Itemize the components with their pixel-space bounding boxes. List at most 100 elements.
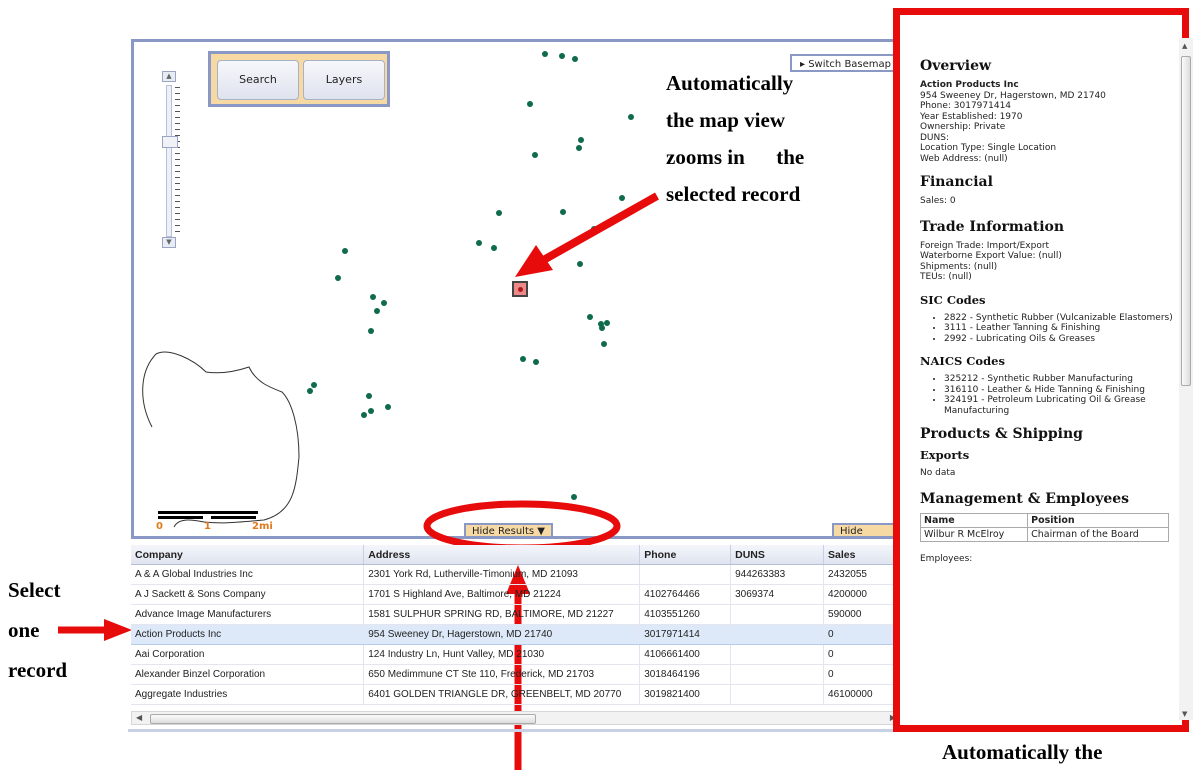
details-panel: Overview Action Products Inc 954 Sweeney…	[920, 55, 1175, 720]
cell-address: 6401 GOLDEN TRIANGLE DR, GREENBELT, MD 2…	[363, 684, 641, 705]
naics-item: 324191 - Petroleum Lubricating Oil & Gre…	[944, 395, 1175, 416]
cell-sales: 0	[823, 624, 901, 645]
management-name: Wilbur R McElroy	[920, 526, 1029, 542]
cell-phone: 4103551260	[639, 604, 732, 625]
naics-heading: NAICS Codes	[920, 354, 1005, 368]
details-scroll-thumb[interactable]	[1181, 56, 1191, 386]
cell-phone: 4102764466	[639, 584, 732, 605]
cell-company: A & A Global Industries Inc	[131, 564, 365, 585]
cell-company: Aai Corporation	[131, 644, 365, 665]
table-header-row: Company Address Phone DUNS Sales	[131, 545, 901, 565]
cell-company: Action Products Inc	[131, 624, 365, 645]
select-annotation: Select one record	[8, 570, 67, 690]
sic-item: 2822 - Synthetic Rubber (Vulcanizable El…	[944, 313, 1175, 324]
cell-company: A J Sackett & Sons Company	[131, 584, 365, 605]
cell-company: Aggregate Industries	[131, 684, 365, 705]
cell-phone: 3018464196	[639, 664, 732, 685]
results-grid[interactable]: Company Address Phone DUNS Sales A & A G…	[131, 545, 906, 712]
management-col-position: Position	[1027, 512, 1169, 528]
table-row[interactable]: Alexander Binzel Corporation 650 Medimmu…	[131, 664, 901, 685]
select-annotation-line: record	[8, 658, 68, 682]
cell-sales: 46100000	[823, 684, 901, 705]
employees-label: Employees:	[920, 553, 973, 564]
column-header-duns[interactable]: DUNS	[730, 545, 825, 565]
results-footer-bar	[128, 729, 903, 732]
horizontal-scroll-thumb[interactable]	[150, 714, 536, 724]
scroll-down-icon[interactable]: ▼	[1182, 710, 1187, 718]
overview-line: Year Established: 1970	[920, 111, 1023, 122]
zoom-annotation: Automatically the map view zooms in the …	[666, 65, 804, 213]
cell-duns: 3069374	[730, 584, 825, 605]
zoom-annotation-line: zooms in the	[666, 145, 805, 169]
management-heading: Management & Employees	[920, 490, 1130, 507]
table-row[interactable]: A & A Global Industries Inc 2301 York Rd…	[131, 564, 901, 585]
cell-phone	[639, 564, 732, 585]
trade-line: Waterborne Export Value: (null)	[920, 251, 1062, 261]
management-row: Wilbur R McElroy Chairman of the Board	[920, 526, 1169, 542]
overview-line: 954 Sweeney Dr, Hagerstown, MD 21740	[920, 90, 1106, 101]
horizontal-scrollbar[interactable]: ◀ ▶	[131, 711, 901, 725]
column-header-address[interactable]: Address	[363, 545, 641, 565]
cell-duns	[730, 624, 825, 645]
exports-heading: Exports	[920, 448, 970, 462]
zoom-annotation-line: Automatically	[666, 71, 794, 95]
cell-phone: 3019821400	[639, 684, 732, 705]
cell-company: Advance Image Manufacturers	[131, 604, 365, 625]
financial-heading: Financial	[920, 174, 993, 190]
overview-line: Web Address: (null)	[920, 153, 1008, 164]
cell-duns	[730, 664, 825, 685]
sic-list: 2822 - Synthetic Rubber (Vulcanizable El…	[920, 313, 1175, 345]
table-row[interactable]: A J Sackett & Sons Company 1701 S Highla…	[131, 584, 901, 605]
company-name: Action Products Inc	[920, 80, 1019, 90]
table-row[interactable]: Advance Image Manufacturers 1581 SULPHUR…	[131, 604, 901, 625]
products-heading: Products & Shipping	[920, 426, 1083, 442]
cell-sales: 4200000	[823, 584, 901, 605]
management-col-name: Name	[920, 512, 1029, 528]
overview-line: Phone: 3017971414	[920, 101, 1012, 111]
cell-address: 124 Industry Ln, Hunt Valley, MD 21030	[363, 644, 641, 665]
cell-duns	[730, 684, 825, 705]
table-row-selected[interactable]: Action Products Inc 954 Sweeney Dr, Hage…	[131, 624, 901, 645]
naics-list: 325212 - Synthetic Rubber Manufacturing …	[920, 374, 1175, 416]
management-header-row: Name Position	[920, 512, 1169, 528]
cell-sales: 0	[823, 644, 901, 665]
cell-sales: 0	[823, 664, 901, 685]
column-header-phone[interactable]: Phone	[639, 545, 732, 565]
cell-sales: 590000	[823, 604, 901, 625]
scroll-left-icon[interactable]: ◀	[136, 713, 142, 722]
cell-sales: 2432055	[823, 564, 901, 585]
management-position: Chairman of the Board	[1027, 526, 1169, 542]
cell-duns	[730, 604, 825, 625]
table-row[interactable]: Aai Corporation 124 Industry Ln, Hunt Va…	[131, 644, 901, 665]
cell-address: 650 Medimmune CT Ste 110, Frederick, MD …	[363, 664, 641, 685]
trade-line: TEUs: (null)	[920, 272, 972, 282]
naics-item: 316110 - Leather & Hide Tanning & Finish…	[944, 385, 1175, 396]
details-annotation: Automatically the	[942, 740, 1103, 764]
select-annotation-line: Select	[8, 578, 61, 602]
cell-address: 1581 SULPHUR SPRING RD, BALTIMORE, MD 21…	[363, 604, 641, 625]
zoom-annotation-line: the map view	[666, 108, 785, 132]
column-header-sales[interactable]: Sales	[823, 545, 901, 565]
sic-item: 3111 - Leather Tanning & Finishing	[944, 323, 1175, 334]
exports-value: No data	[920, 468, 956, 478]
column-header-company[interactable]: Company	[131, 545, 365, 565]
table-row[interactable]: Aggregate Industries 6401 GOLDEN TRIANGL…	[131, 684, 901, 705]
zoom-annotation-line: selected record	[666, 182, 801, 206]
overview-line: Ownership: Private	[920, 122, 1006, 132]
cell-address: 954 Sweeney Dr, Hagerstown, MD 21740	[363, 624, 641, 645]
overview-line: Location Type: Single Location	[920, 143, 1057, 153]
sic-item: 2992 - Lubricating Oils & Greases	[944, 334, 1175, 345]
trade-line: Foreign Trade: Import/Export	[920, 240, 1050, 251]
trade-line: Shipments: (null)	[920, 261, 998, 272]
results-table: Company Address Phone DUNS Sales A & A G…	[131, 545, 901, 705]
cell-phone: 3017971414	[639, 624, 732, 645]
naics-item: 325212 - Synthetic Rubber Manufacturing	[944, 374, 1175, 385]
sic-heading: SIC Codes	[920, 292, 986, 307]
scroll-up-icon[interactable]: ▲	[1182, 42, 1187, 50]
cell-duns	[730, 644, 825, 665]
management-table: Name Position Wilbur R McElroy Chairman …	[920, 512, 1169, 542]
select-annotation-line: one	[8, 618, 40, 642]
cell-company: Alexander Binzel Corporation	[131, 664, 365, 685]
details-vertical-scrollbar[interactable]: ▲ ▼	[1179, 38, 1193, 720]
cell-duns: 944263383	[730, 564, 825, 585]
